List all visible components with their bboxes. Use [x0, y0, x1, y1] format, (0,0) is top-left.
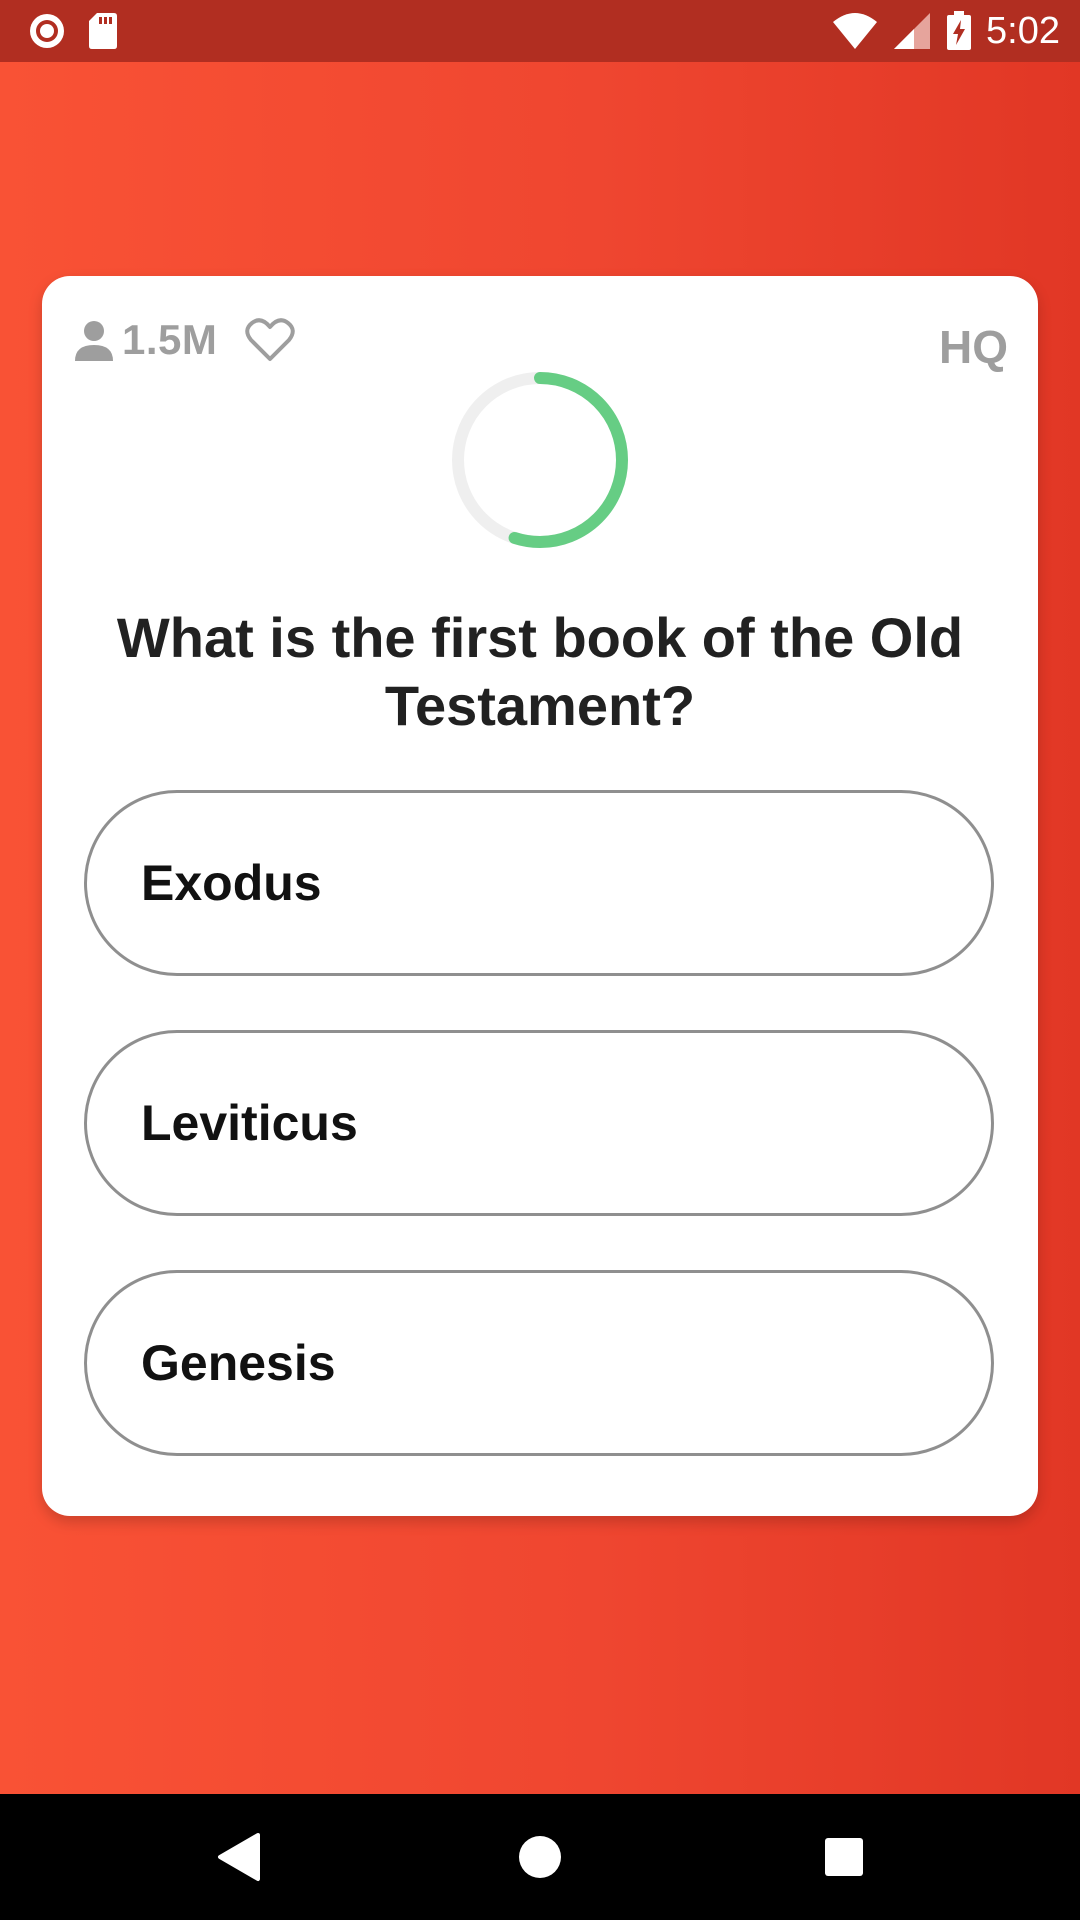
answer-option-1[interactable]: Exodus — [84, 790, 994, 976]
answer-label: Exodus — [141, 855, 322, 911]
status-time: 5:02 — [986, 10, 1060, 52]
record-icon — [28, 12, 66, 50]
recents-button[interactable] — [811, 1824, 877, 1890]
home-icon — [517, 1834, 563, 1880]
card-header: 1.5M HQ — [72, 316, 1008, 376]
viewer-count-group: 1.5M — [72, 316, 296, 364]
signal-icon — [892, 11, 932, 51]
status-bar: 5:02 — [0, 0, 1080, 62]
status-left-icons — [28, 12, 118, 50]
brand-logo: HQ — [939, 321, 1008, 373]
viewer-count: 1.5M — [122, 316, 218, 363]
answer-option-2[interactable]: Leviticus — [84, 1030, 994, 1216]
question-card: 1.5M HQ What is the first book of the Ol… — [42, 276, 1038, 1516]
sd-card-icon — [88, 12, 118, 50]
navigation-bar — [0, 1794, 1080, 1920]
status-right-icons: 5:02 — [832, 8, 1060, 54]
answer-label: Genesis — [141, 1335, 336, 1391]
answer-option-3[interactable]: Genesis — [84, 1270, 994, 1456]
home-button[interactable] — [507, 1824, 573, 1890]
battery-charging-icon — [946, 11, 972, 51]
countdown-timer — [450, 370, 630, 550]
wifi-icon — [832, 12, 878, 50]
heart-icon[interactable] — [245, 317, 296, 363]
person-icon — [72, 318, 116, 362]
answer-label: Leviticus — [141, 1095, 358, 1151]
recents-icon — [823, 1836, 865, 1878]
back-button[interactable] — [206, 1824, 272, 1890]
back-icon — [216, 1832, 262, 1882]
question-text: What is the first book of the Old Testam… — [116, 606, 964, 737]
